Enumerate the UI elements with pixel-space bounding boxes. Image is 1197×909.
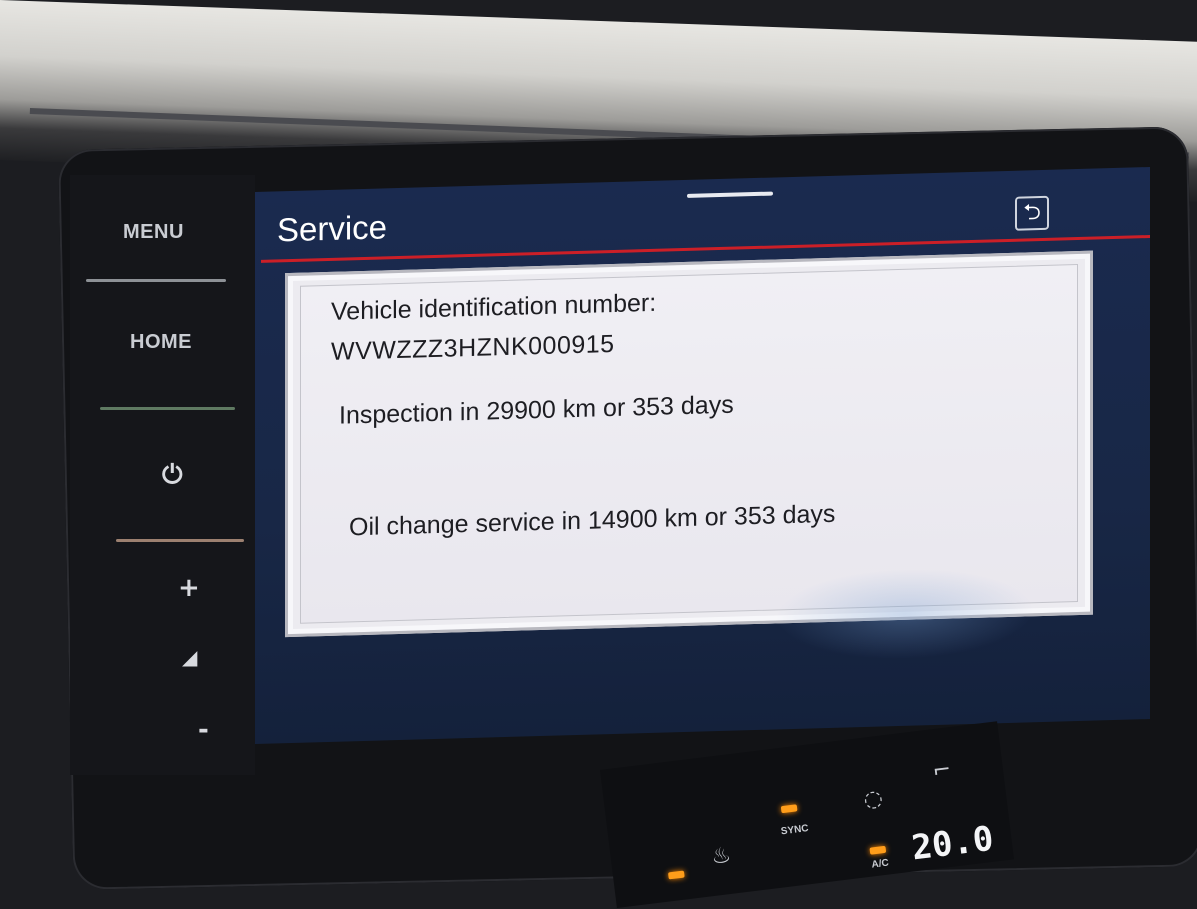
home-button[interactable]: HOME xyxy=(130,331,192,354)
ac-label[interactable]: A/C xyxy=(871,858,889,871)
temperature-display: 20.0 xyxy=(909,818,996,869)
screen-reflection xyxy=(775,565,1035,663)
menu-button[interactable]: MENU xyxy=(123,221,184,244)
inspection-text: Inspection in 29900 km or 353 days xyxy=(339,390,734,430)
power-icon[interactable]: ⏻ xyxy=(162,460,183,491)
volume-icon: ◢ xyxy=(182,645,198,669)
page-title: Service xyxy=(277,208,388,249)
sync-indicator xyxy=(780,804,798,814)
divider xyxy=(116,539,244,542)
divider xyxy=(86,279,226,282)
seat-icon[interactable]: ⌐ xyxy=(931,757,952,784)
ac-indicator xyxy=(869,845,887,855)
sync-label[interactable]: SYNC xyxy=(780,823,809,837)
volume-up-button[interactable]: + xyxy=(178,573,200,603)
recirculation-icon[interactable]: ◌ xyxy=(862,786,884,813)
oil-change-text: Oil change service in 14900 km or 353 da… xyxy=(349,499,836,542)
volume-down-button[interactable]: - xyxy=(198,715,209,745)
back-arrow-icon[interactable]: ⮌ xyxy=(1015,195,1049,231)
seat-heat-icon[interactable]: ♨ xyxy=(710,843,733,870)
vin-label: Vehicle identification number: xyxy=(331,288,657,326)
divider xyxy=(100,407,235,410)
pull-down-handle[interactable] xyxy=(687,191,773,198)
side-button-panel: MENU HOME ⏻ + ◢ - xyxy=(70,175,255,775)
vin-value: WVWZZZ3HZNK000915 xyxy=(331,329,615,366)
infotainment-screen: Service ⮌ Vehicle identification number:… xyxy=(255,167,1150,745)
seat-heat-indicator xyxy=(667,870,685,880)
